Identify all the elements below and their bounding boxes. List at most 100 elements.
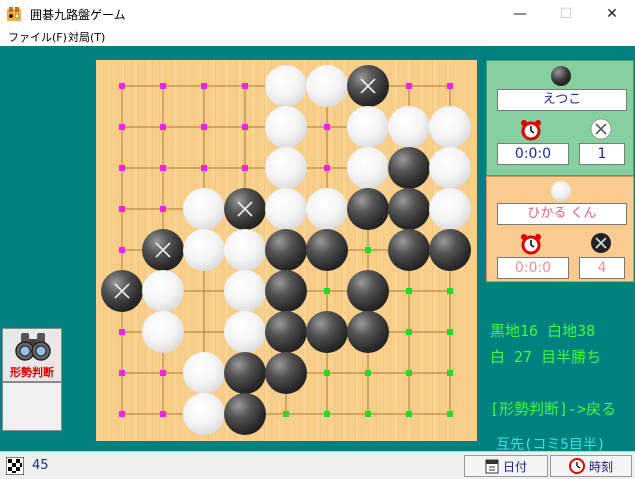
- dead-mark-icon: [155, 242, 171, 258]
- black-stone: [388, 229, 430, 271]
- white-stone: [142, 311, 184, 353]
- black-territory-marker: [324, 370, 330, 376]
- black-stone: [347, 188, 389, 230]
- white-stone: [265, 106, 307, 148]
- black-territory-marker: [406, 370, 412, 376]
- app-icon: [7, 7, 21, 21]
- status-bar: 45 日付 時刻: [0, 451, 635, 479]
- white-territory-marker: [160, 370, 166, 376]
- black-stone: [347, 311, 389, 353]
- black-territory-marker: [447, 411, 453, 417]
- white-stone: [265, 65, 307, 107]
- close-button[interactable]: ✕: [589, 0, 635, 28]
- black-stone: [429, 229, 471, 271]
- black-player-name: えつこ: [497, 89, 627, 111]
- move-number: 45: [32, 458, 49, 473]
- date-label: 日付: [502, 459, 527, 474]
- captured-white-icon: [590, 118, 612, 140]
- white-territory-marker: [242, 83, 248, 89]
- white-player-name: ひかる くん: [497, 203, 627, 225]
- white-territory-marker: [160, 411, 166, 417]
- title-bar: 囲碁九路盤ゲーム — ☐ ✕: [0, 0, 635, 28]
- white-stone: [429, 188, 471, 230]
- white-territory-marker: [447, 83, 453, 89]
- white-territory-marker: [324, 124, 330, 130]
- white-stone: [265, 188, 307, 230]
- white-stone: [388, 106, 430, 148]
- white-territory-marker: [119, 165, 125, 171]
- captured-black-icon: [591, 233, 611, 253]
- black-stone-dead: [224, 188, 266, 230]
- black-stone: [388, 188, 430, 230]
- white-stone: [347, 147, 389, 189]
- game-result: 白 27 目半勝ち: [490, 348, 602, 366]
- black-stone: [265, 270, 307, 312]
- alarm-clock-icon: [521, 120, 541, 141]
- black-stone: [388, 147, 430, 189]
- white-stone: [224, 311, 266, 353]
- white-stone: [347, 106, 389, 148]
- black-territory-marker: [324, 288, 330, 294]
- menu-game[interactable]: 対局(T): [68, 29, 105, 45]
- black-territory-marker: [283, 411, 289, 417]
- white-territory-marker: [119, 370, 125, 376]
- binoculars-icon: [15, 333, 51, 361]
- black-territory-marker: [365, 370, 371, 376]
- judge-button[interactable]: 形勢判断: [2, 328, 62, 382]
- white-territory-marker: [201, 124, 207, 130]
- white-territory-marker: [119, 329, 125, 335]
- menu-file[interactable]: ファイル(F): [8, 29, 67, 45]
- territory-count: 黒地16 白地38: [490, 322, 596, 340]
- menu-bar: ファイル(F) 対局(T): [0, 28, 635, 46]
- blank-panel: [2, 382, 62, 431]
- date-button[interactable]: 日付: [464, 455, 548, 477]
- black-territory-marker: [406, 329, 412, 335]
- time-button[interactable]: 時刻: [550, 455, 632, 477]
- white-territory-marker: [119, 206, 125, 212]
- black-territory-marker: [365, 411, 371, 417]
- white-player-panel: ひかる くん 0:0:0 4: [486, 176, 634, 282]
- board-icon: [6, 457, 24, 475]
- black-territory-marker: [447, 370, 453, 376]
- clock-icon: [568, 458, 585, 474]
- black-stone: [265, 352, 307, 394]
- dead-mark-icon: [237, 201, 253, 217]
- white-stone: [183, 352, 225, 394]
- white-stone: [183, 188, 225, 230]
- white-stone: [183, 393, 225, 435]
- white-territory-marker: [160, 165, 166, 171]
- minimize-button[interactable]: —: [497, 0, 543, 28]
- white-territory-marker: [406, 83, 412, 89]
- player-panel: えつこ 0:0:0 1 ひかる くん 0:0:0 4: [486, 60, 634, 282]
- black-stone: [224, 352, 266, 394]
- white-territory-marker: [119, 247, 125, 253]
- white-stone-icon: [551, 181, 571, 201]
- white-territory-marker: [160, 124, 166, 130]
- white-stone: [265, 147, 307, 189]
- white-territory-marker: [324, 165, 330, 171]
- judge-return-hint: [形勢判断]->戻る: [490, 400, 617, 418]
- white-territory-marker: [242, 165, 248, 171]
- black-captures: 1: [579, 143, 625, 165]
- white-territory-marker: [160, 83, 166, 89]
- black-stone: [265, 311, 307, 353]
- black-player-panel: えつこ 0:0:0 1: [486, 60, 634, 176]
- black-territory-marker: [447, 288, 453, 294]
- white-territory-marker: [201, 165, 207, 171]
- white-territory-marker: [242, 124, 248, 130]
- go-board[interactable]: [96, 60, 477, 441]
- white-stone: [224, 270, 266, 312]
- white-territory-marker: [160, 206, 166, 212]
- dead-mark-icon: [114, 283, 130, 299]
- black-territory-marker: [324, 411, 330, 417]
- white-stone: [429, 147, 471, 189]
- white-stone: [142, 270, 184, 312]
- black-stone-icon: [551, 66, 571, 86]
- black-territory-marker: [447, 329, 453, 335]
- black-stone: [306, 229, 348, 271]
- judge-button-label: 形勢判断: [10, 366, 54, 379]
- white-timer: 0:0:0: [497, 257, 569, 279]
- black-stone: [347, 270, 389, 312]
- time-label: 時刻: [588, 459, 613, 474]
- calendar-icon: [485, 459, 499, 474]
